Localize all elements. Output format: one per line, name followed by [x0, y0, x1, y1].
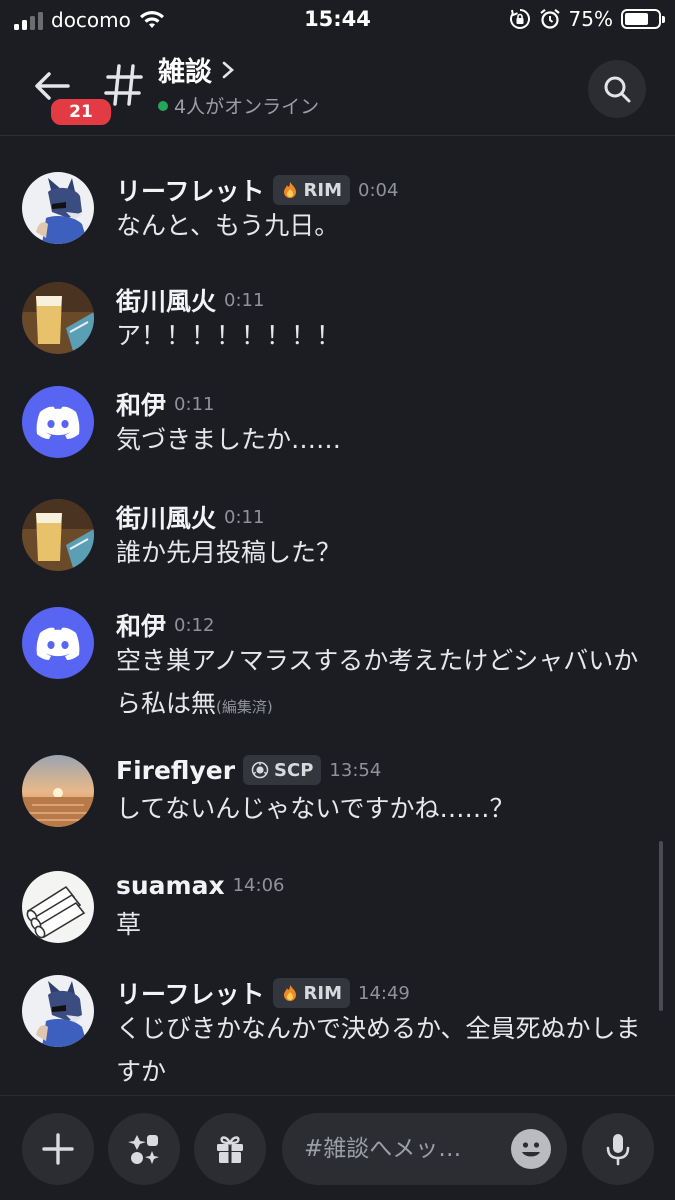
discord-default-avatar[interactable] [22, 607, 94, 679]
message-text: 草 [116, 903, 646, 946]
plus-icon [42, 1133, 74, 1165]
edited-label: (編集済) [216, 698, 273, 716]
composer-bar [0, 1095, 675, 1200]
online-dot [158, 100, 168, 111]
author-name[interactable]: Fireflyer [116, 756, 235, 785]
channel-hash-icon [104, 64, 143, 106]
message-time: 0:11 [224, 506, 265, 528]
message-meta: 和伊 0:12 [116, 607, 214, 643]
scp-logo-icon [251, 761, 269, 779]
message-meta: Fireflyer SCP 13:54 [116, 755, 381, 785]
message-meta: 和伊 0:11 [116, 386, 214, 422]
wolf-avatar[interactable] [22, 975, 94, 1047]
message-text: 空き巣アノマラスするか考えたけどシャバいから私は無(編集済) [116, 639, 646, 729]
message-time: 0:04 [358, 179, 399, 201]
message-body: 誰か先月投稿した？ [116, 538, 342, 567]
message-input[interactable] [304, 1113, 514, 1185]
emoji-button[interactable] [511, 1129, 551, 1169]
message-meta: 街川風火 0:11 [116, 282, 264, 318]
add-attachment-button[interactable] [22, 1113, 94, 1185]
channel-name-text: 雑談 [158, 57, 212, 88]
message-body: なんと、もう九日。 [116, 211, 340, 240]
microphone-icon [606, 1134, 630, 1166]
tubes-drawing-avatar[interactable] [22, 871, 94, 943]
sunset-photo-avatar[interactable] [22, 755, 94, 827]
tag-label: SCP [274, 759, 314, 781]
flame-icon [283, 985, 296, 1001]
message-text: なんと、もう九日。 [116, 204, 646, 247]
message-body: くじびきかなんかで決めるか、全員死ぬかしますか [116, 1014, 641, 1086]
message-time: 0:12 [174, 614, 215, 636]
author-name[interactable]: 街川風火 [116, 499, 216, 535]
message-text: してないんじゃないですかね……？ [116, 787, 646, 830]
alarm-icon [539, 8, 560, 29]
message-time: 13:54 [329, 759, 382, 781]
author-name[interactable]: リーフレット [116, 975, 265, 1011]
gift-button[interactable] [194, 1113, 266, 1185]
orientation-lock-icon [509, 9, 530, 29]
server-tag[interactable]: SCP [243, 755, 322, 785]
message-time: 0:11 [224, 289, 265, 311]
status-right: 75% [509, 7, 665, 31]
battery-percent: 75% [568, 7, 613, 31]
message-body: 気づきましたか…… [116, 425, 342, 454]
message-text: くじびきかなんかで決めるか、全員死ぬかしますか [116, 1007, 646, 1093]
message-body: ア！！！！！！！！ [116, 321, 342, 350]
discord-default-avatar[interactable] [22, 386, 94, 458]
message-meta: 街川風火 0:11 [116, 499, 264, 535]
flame-icon [283, 182, 296, 198]
server-tag[interactable]: RIM [272, 175, 350, 205]
gift-icon [217, 1136, 243, 1163]
message-time: 0:11 [174, 393, 215, 415]
battery-icon [621, 9, 665, 29]
message-text: 誰か先月投稿した？ [116, 531, 646, 574]
message-text: ア！！！！！！！！ [116, 314, 646, 357]
apps-icon [128, 1135, 159, 1164]
drink-photo-avatar[interactable] [22, 282, 94, 354]
status-bar: docomo 15:44 75% [0, 0, 675, 40]
channel-header: 21 雑談 4人がオンライン [0, 40, 675, 136]
message-meta: リーフレット RIM 14:49 [116, 975, 410, 1011]
online-count: 4人がオンライン [174, 96, 320, 118]
chevron-right-icon [222, 61, 234, 78]
search-button[interactable] [588, 60, 646, 118]
scrollbar[interactable] [659, 841, 663, 1011]
author-name[interactable]: 和伊 [116, 607, 166, 643]
message-text: 気づきましたか…… [116, 418, 646, 461]
author-name[interactable]: 街川風火 [116, 282, 216, 318]
emoji-icon [522, 1142, 540, 1157]
channel-title[interactable]: 雑談 [158, 50, 236, 89]
author-name[interactable]: suamax [116, 871, 225, 900]
message-meta: リーフレット RIM 0:04 [116, 172, 398, 208]
message-input-box[interactable] [282, 1113, 567, 1185]
message-body: 草 [116, 910, 142, 939]
online-status: 4人がオンライン [158, 92, 319, 119]
wolf-avatar[interactable] [22, 172, 94, 244]
message-body: 空き巣アノマラスするか考えたけどシャバいから私は無 [116, 646, 639, 718]
apps-button[interactable] [108, 1113, 180, 1185]
voice-message-button[interactable] [582, 1113, 654, 1185]
message-body: してないんじゃないですかね……？ [116, 794, 515, 823]
message-meta: suamax 14:06 [116, 871, 284, 900]
discord-channel-screen: docomo 15:44 75% 21 雑談 4人がオンライン リーフレット R… [0, 0, 675, 1200]
search-icon [604, 76, 631, 103]
server-tag[interactable]: RIM [272, 978, 350, 1008]
message-list[interactable]: リーフレット RIM 0:04 なんと、もう九日。 街川風火 0:11 ア！！！… [0, 137, 675, 1095]
author-name[interactable]: 和伊 [116, 386, 166, 422]
author-name[interactable]: リーフレット [116, 172, 265, 208]
message-time: 14:49 [358, 982, 410, 1004]
tag-label: RIM [303, 982, 342, 1004]
drink-photo-avatar[interactable] [22, 499, 94, 571]
tag-label: RIM [303, 179, 342, 201]
message-time: 14:06 [232, 875, 285, 896]
